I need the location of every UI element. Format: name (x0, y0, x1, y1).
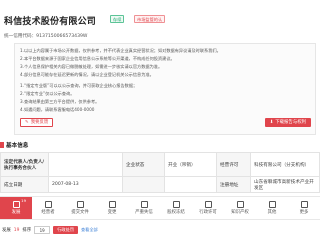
credit-code: 统一信用代码：9137150066573439W (4, 33, 87, 39)
tab-label: 股权冻结 (167, 210, 185, 215)
tab-development[interactable]: 19 发展 (0, 197, 32, 219)
notice-line: 1.以以上内容属于市场公开数据，仅供参考，并不代表企业真实经营状况；如对数据有异… (20, 48, 221, 53)
info-label: 企业状态 (122, 152, 165, 177)
sort-select[interactable]: 19 (34, 226, 51, 234)
sort-select-value: 19 (39, 227, 45, 233)
lock-icon (172, 201, 180, 208)
list-label: 发展 (2, 228, 11, 233)
tab-intellectual-property[interactable]: 知识产权 (224, 197, 256, 219)
grid-icon (268, 201, 276, 208)
view-all-link[interactable]: 查看全部 (81, 227, 98, 233)
tab-label: 严重失信 (135, 210, 153, 215)
download-button-label: 下载报告与权利 (275, 120, 306, 125)
info-label: 经营许可 (216, 152, 251, 177)
document-icon (76, 201, 84, 208)
info-value (164, 176, 217, 193)
notice-line: 3.个人信息保护相关内容已做脱敏处理，如需进一步核实请以官方数据为准。 (20, 64, 163, 69)
certificate-icon (204, 201, 212, 208)
notice-line: 3.查询结果由第三方平台提供，仅供参考。 (20, 99, 100, 104)
tab-label: 发展 (11, 210, 21, 215)
filter-button[interactable]: 行政处罚 (53, 226, 78, 234)
notice-line: 2.“限定专业”仅以公示查询。 (20, 91, 75, 96)
info-value (48, 152, 123, 177)
bulb-icon (236, 201, 244, 208)
info-value: 开业（吊销） (164, 152, 217, 177)
company-title: 科信技术股份有限公司 (4, 17, 97, 27)
tab-count-badge: 19 (21, 198, 26, 203)
tab-label: 更多 (299, 210, 309, 215)
list-count: 19 (13, 227, 20, 233)
sort-label: 排序 (22, 228, 32, 233)
section-marker (0, 142, 4, 148)
info-label (122, 176, 165, 193)
info-value: 山东省聊城市高新技术产业开发区 (250, 176, 320, 193)
tab-operators[interactable]: 经营者 (32, 197, 64, 219)
info-value: 科技有限公司（分支机构） (250, 152, 320, 177)
tab-label: 知识产权 (231, 210, 249, 215)
person-icon (44, 201, 52, 208)
edit-icon: ✎ (25, 120, 29, 125)
credit-code-label: 统一信用代码： (4, 34, 37, 39)
basic-info-table: 法定代表人/负责人/执行事务合伙人 企业状态 开业（吊销） 经营许可 科技有限公… (0, 152, 320, 193)
tab-more[interactable]: 更多 (288, 197, 320, 219)
category-tabs: 19 发展 经营者 提交文件 变更 严重失信 股权冻结 行政许可 知识产权 其他… (0, 196, 320, 220)
notice-line: 1.“指定专业版”可以以公示查询，并可获取企业核心报告数据； (20, 83, 138, 88)
tab-admin-license[interactable]: 行政许可 (192, 197, 224, 219)
warning-icon (140, 201, 148, 208)
chart-icon (12, 201, 20, 208)
tab-label: 行政许可 (199, 210, 217, 215)
tab-changes[interactable]: 变更 (96, 197, 128, 219)
tab-submissions[interactable]: 提交文件 (64, 197, 96, 219)
info-value: 2007-08-13 (48, 176, 123, 193)
tab-label: 经营者 (41, 210, 55, 215)
swap-icon (108, 201, 116, 208)
notice-line: 4.部分信息可能存在延迟更新的情况，请以企业登记机关公示信息为准。 (20, 72, 154, 77)
list-toolbar: 发展 19 排序 19 行政处罚 查看全部 (0, 224, 320, 236)
download-report-button[interactable]: ⬇ 下载报告与权利 (264, 118, 311, 127)
notice-line: 4.如遇问题，请联系客服电话400-0000 (20, 107, 95, 112)
status-badge: 存续 (110, 15, 125, 23)
more-icon (300, 201, 308, 208)
tab-equity-freeze[interactable]: 股权冻结 (160, 197, 192, 219)
tab-label: 变更 (107, 210, 117, 215)
tab-serious-discredit[interactable]: 严重失信 (128, 197, 160, 219)
download-icon: ⬇ (269, 120, 274, 125)
info-label: 注册地址 (216, 176, 251, 193)
tab-other[interactable]: 其他 (256, 197, 288, 219)
tab-label: 其他 (267, 210, 277, 215)
type-badge: 市场监管的认 (134, 15, 166, 23)
feedback-button[interactable]: ✎ 我要反馈 (20, 118, 54, 127)
notice-line: 2.本平台数据来源于国家企业信用信息公示系统等公开渠道，不构成任何投资建议。 (20, 56, 175, 61)
info-label: 法定代表人/负责人/执行事务合伙人 (0, 152, 49, 177)
feedback-button-label: 我要反馈 (30, 120, 49, 125)
notice-box: 1.以以上内容属于市场公开数据，仅供参考，并不代表企业真实经营状况；如对数据有异… (14, 43, 316, 135)
section-title: 基本信息 (6, 143, 29, 149)
tab-label: 提交文件 (71, 210, 89, 215)
info-label: 成立日期 (0, 176, 49, 193)
credit-code-value: 9137150066573439W (36, 34, 88, 39)
